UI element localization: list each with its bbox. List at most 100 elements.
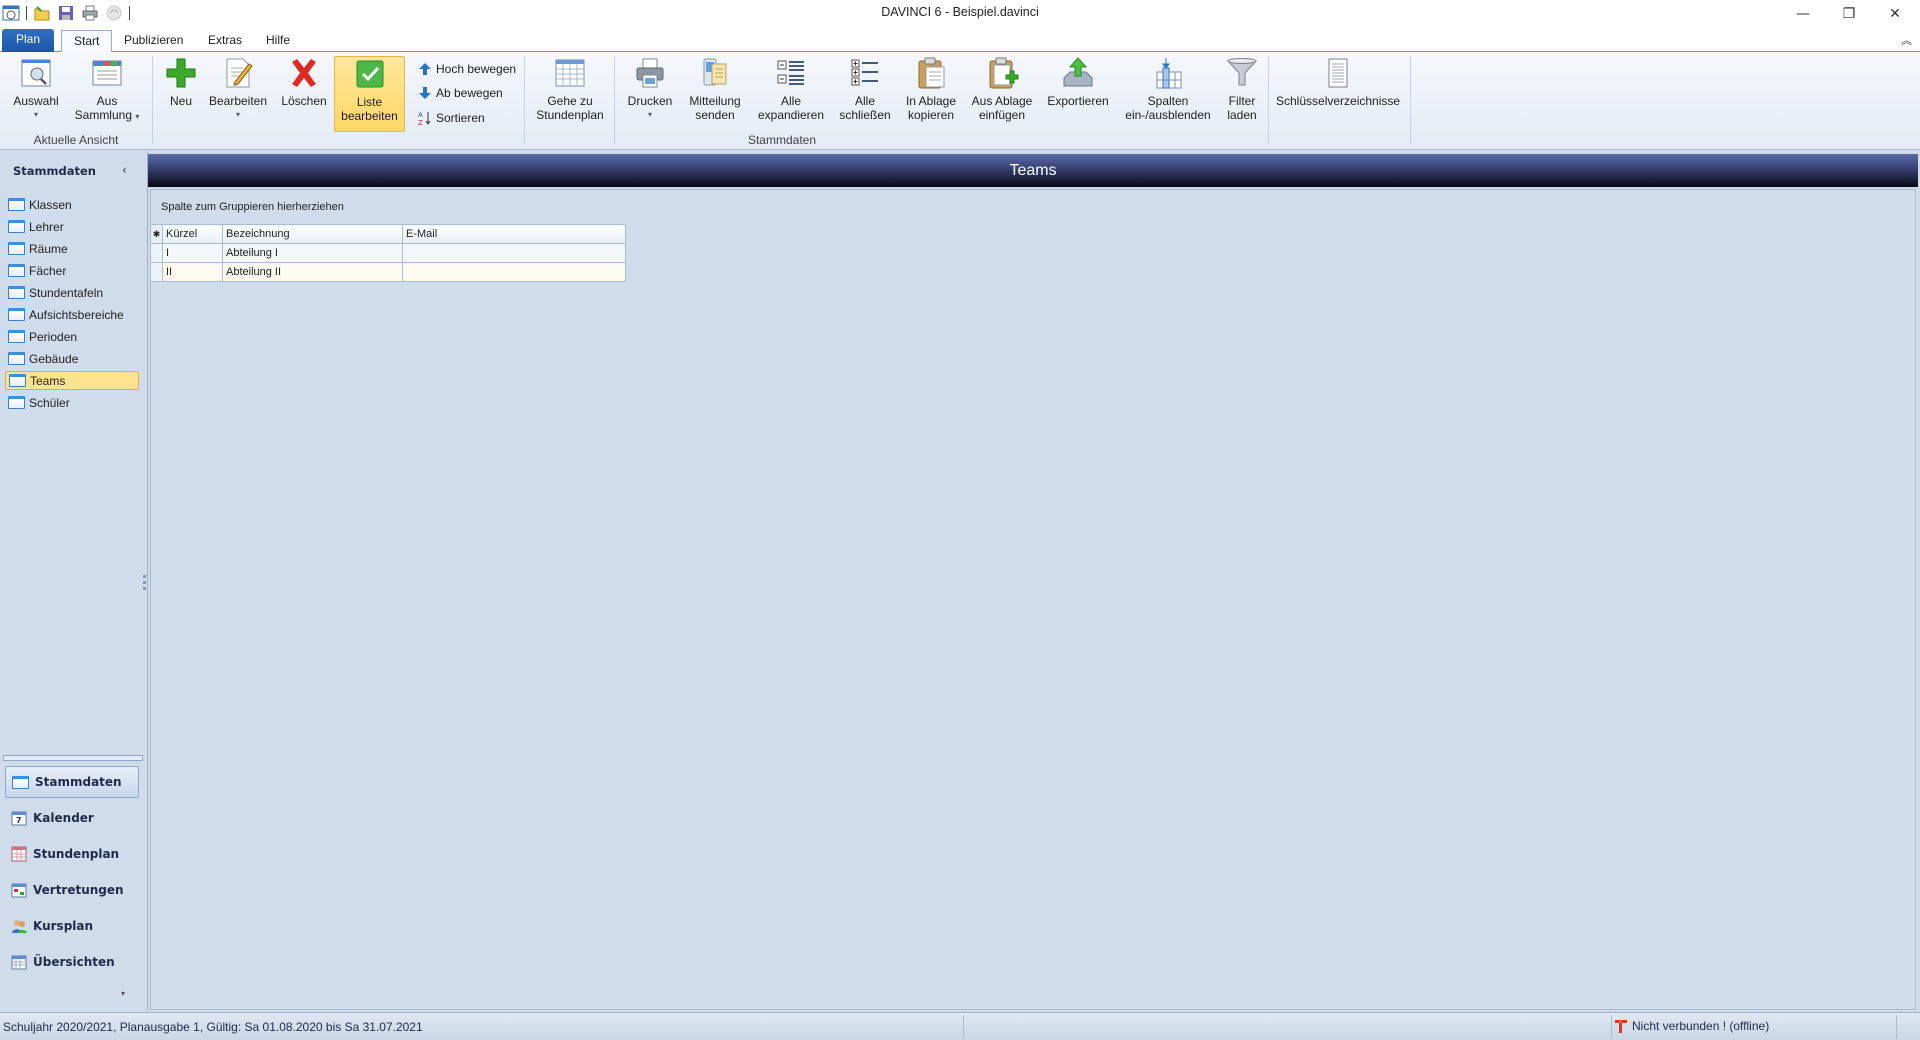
group-by-area[interactable]: Spalte zum Gruppieren hierherziehen bbox=[150, 189, 1916, 225]
cell-bezeichnung[interactable]: Abteilung I bbox=[222, 243, 403, 263]
timetable-icon bbox=[553, 56, 587, 90]
disconnected-icon bbox=[1615, 1020, 1627, 1033]
gehe-zu-stundenplan-button[interactable]: Gehe zu Stundenplan bbox=[530, 56, 610, 122]
nav-item-klassen[interactable]: Klassen bbox=[5, 195, 139, 214]
neu-label: Neu bbox=[169, 94, 192, 108]
column-header-email[interactable]: E-Mail bbox=[402, 224, 626, 244]
open-icon[interactable] bbox=[33, 4, 51, 22]
svg-text:A: A bbox=[418, 111, 423, 119]
status-bar: Schuljahr 2020/2021, Planausgabe 1, Gült… bbox=[0, 1012, 1920, 1040]
nav-section-label: Vertretungen bbox=[33, 883, 124, 897]
alle-expandieren-button[interactable]: Alle expandieren bbox=[750, 56, 832, 122]
paste-label-1: Aus Ablage bbox=[971, 94, 1033, 108]
folder-icon bbox=[8, 220, 25, 233]
teams-grid: ✱ Kürzel Bezeichnung E-Mail I Abteilung … bbox=[150, 224, 626, 282]
nav-section-stammdaten[interactable]: Stammdaten bbox=[5, 766, 139, 798]
mitteilung-senden-button[interactable]: Mitteilung senden bbox=[684, 56, 746, 122]
cell-kuerzel[interactable]: II bbox=[162, 262, 223, 282]
close-button[interactable]: ✕ bbox=[1872, 0, 1918, 28]
tab-start[interactable]: Start bbox=[61, 30, 113, 53]
in-ablage-kopieren-button[interactable]: In Ablage kopieren bbox=[898, 56, 964, 122]
schluesselverzeichnisse-button[interactable]: Schlüsselverzeichnisse bbox=[1276, 56, 1400, 108]
nav-item-raeume[interactable]: Räume bbox=[5, 239, 139, 258]
table-row[interactable]: II Abteilung II bbox=[150, 262, 626, 282]
cell-email[interactable] bbox=[402, 243, 626, 263]
liste-bearbeiten-label-2: bearbeiten bbox=[341, 109, 398, 123]
nav-item-label: Teams bbox=[30, 373, 66, 388]
exportieren-button[interactable]: Exportieren bbox=[1042, 56, 1114, 108]
folder-icon bbox=[12, 775, 29, 789]
drucken-button[interactable]: Drucken ▾ bbox=[620, 56, 680, 122]
nav-section-uebersichten[interactable]: Übersichten bbox=[5, 946, 139, 978]
loeschen-button[interactable]: Löschen bbox=[276, 56, 332, 108]
tab-extras[interactable]: Extras bbox=[196, 30, 254, 52]
clipboard-paste-icon bbox=[985, 56, 1019, 90]
nav-item-aufsichtsbereiche[interactable]: Aufsichtsbereiche bbox=[5, 305, 139, 324]
table-row[interactable]: I Abteilung I bbox=[150, 243, 626, 263]
collapse-nav-button[interactable]: ‹ bbox=[122, 163, 127, 177]
auswahl-button[interactable]: Auswahl ▾ bbox=[8, 56, 64, 122]
nav-section-kursplan[interactable]: Kursplan bbox=[5, 910, 139, 942]
app-icon[interactable] bbox=[2, 4, 20, 22]
minimize-icon: — bbox=[1796, 6, 1810, 22]
nav-pane-splitter[interactable] bbox=[3, 755, 143, 761]
aus-sammlung-button[interactable]: Aus Sammlung ▾ bbox=[70, 56, 144, 124]
loeschen-label: Löschen bbox=[281, 94, 327, 108]
hoch-bewegen-button[interactable]: Hoch bewegen bbox=[418, 62, 516, 76]
cell-bezeichnung[interactable]: Abteilung II bbox=[222, 262, 403, 282]
minimize-button[interactable]: — bbox=[1780, 0, 1826, 28]
nav-item-faecher[interactable]: Fächer bbox=[5, 261, 139, 280]
nav-item-teams[interactable]: Teams bbox=[5, 371, 139, 390]
calendar-icon: 7 bbox=[11, 810, 27, 826]
column-header-bezeichnung[interactable]: Bezeichnung bbox=[222, 224, 403, 244]
collapse-label-1: Alle bbox=[854, 94, 875, 108]
bearbeiten-button[interactable]: Bearbeiten ▾ bbox=[206, 56, 270, 122]
panel-title: Teams bbox=[148, 154, 1918, 187]
new-row-marker[interactable]: ✱ bbox=[150, 224, 163, 244]
liste-bearbeiten-label-1: Liste bbox=[356, 95, 383, 109]
group-separator bbox=[152, 56, 153, 144]
filter-label-2: laden bbox=[1227, 108, 1257, 122]
pane-resize-grip[interactable] bbox=[143, 575, 147, 593]
row-indicator[interactable] bbox=[150, 243, 163, 263]
schluessel-label: Schlüsselverzeichnisse bbox=[1276, 94, 1401, 108]
sortieren-button[interactable]: AZ Sortieren bbox=[418, 110, 485, 126]
folder-icon bbox=[8, 396, 25, 409]
tab-plan[interactable]: Plan bbox=[2, 29, 55, 52]
connection-status[interactable]: Nicht verbunden ! (offline) bbox=[1614, 1019, 1769, 1033]
column-header-kuerzel[interactable]: Kürzel bbox=[162, 224, 223, 244]
nav-item-lehrer[interactable]: Lehrer bbox=[5, 217, 139, 236]
aus-ablage-einfuegen-button[interactable]: Aus Ablage einfügen bbox=[968, 56, 1036, 122]
nav-item-schueler[interactable]: Schüler bbox=[5, 393, 139, 412]
nav-item-stundentafeln[interactable]: Stundentafeln bbox=[5, 283, 139, 302]
more-sections-button[interactable]: ▾ bbox=[121, 989, 125, 998]
nav-section-vertretungen[interactable]: Vertretungen bbox=[5, 874, 139, 906]
liste-bearbeiten-button[interactable]: Liste bearbeiten bbox=[334, 56, 405, 132]
cell-kuerzel[interactable]: I bbox=[162, 243, 223, 263]
tab-hilfe[interactable]: Hilfe bbox=[254, 30, 302, 52]
nav-item-label: Schüler bbox=[29, 395, 70, 410]
print-icon[interactable] bbox=[81, 4, 99, 22]
ab-bewegen-button[interactable]: Ab bewegen bbox=[418, 86, 503, 100]
maximize-button[interactable]: ❐ bbox=[1826, 0, 1872, 28]
spalten-ein-ausblenden-button[interactable]: Spalten ein-/ausblenden bbox=[1120, 56, 1216, 122]
nav-section-kalender[interactable]: 7 Kalender bbox=[5, 802, 139, 834]
nav-item-gebaeude[interactable]: Gebäude bbox=[5, 349, 139, 368]
collapse-ribbon-button[interactable]: ︽ bbox=[1901, 32, 1912, 48]
row-indicator[interactable] bbox=[150, 262, 163, 282]
cell-email[interactable] bbox=[402, 262, 626, 282]
alle-schliessen-button[interactable]: Alle schließen bbox=[836, 56, 894, 122]
nav-item-perioden[interactable]: Perioden bbox=[5, 327, 139, 346]
nav-section-label: Kalender bbox=[33, 811, 94, 825]
print-icon bbox=[633, 56, 667, 90]
ribbon: Auswahl ▾ Aus Sammlung ▾ Aktuelle Ansich… bbox=[0, 52, 1920, 150]
grid-area-border bbox=[150, 224, 1916, 1010]
refresh-icon[interactable] bbox=[105, 4, 123, 22]
tab-publizieren[interactable]: Publizieren bbox=[112, 30, 195, 52]
neu-button[interactable]: Neu bbox=[160, 56, 202, 108]
mitteilung-label-1: Mitteilung bbox=[689, 94, 741, 108]
nav-section-stundenplan[interactable]: Stundenplan bbox=[5, 838, 139, 870]
expand-label-2: expandieren bbox=[757, 108, 825, 122]
filter-laden-button[interactable]: Filter laden bbox=[1220, 56, 1264, 122]
save-icon[interactable] bbox=[57, 4, 75, 22]
